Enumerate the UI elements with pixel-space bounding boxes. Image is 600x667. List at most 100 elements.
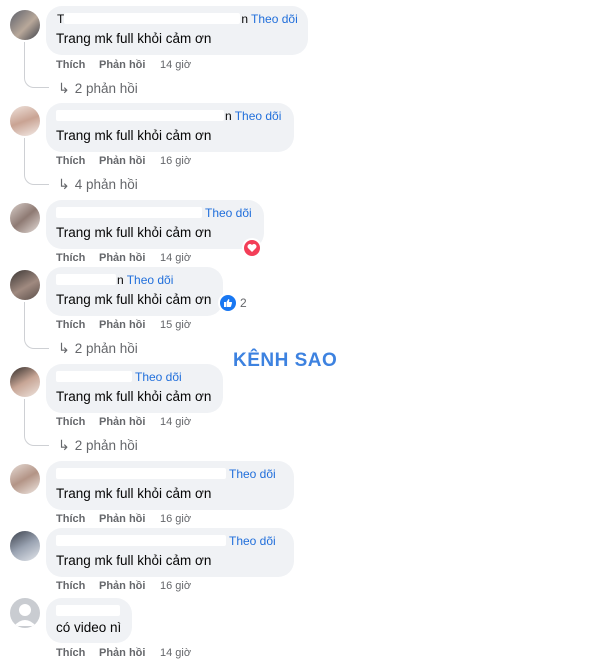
comment-bubble: Theo dõi Trang mk full khỏi cảm ơn	[46, 461, 294, 510]
author-name[interactable]	[56, 604, 120, 617]
reply-button[interactable]: Phản hồi	[99, 252, 160, 264]
reply-thread-line	[24, 138, 49, 185]
comment-text: Trang mk full khỏi cảm ơn	[56, 486, 212, 501]
author-name[interactable]: n Theo dõi	[56, 273, 174, 287]
like-button[interactable]: Thích	[56, 252, 99, 264]
reply-thread-line	[24, 42, 49, 88]
like-button[interactable]: Thích	[56, 513, 99, 525]
reply-button[interactable]: Phản hồi	[99, 580, 160, 592]
reply-button[interactable]: Phản hồi	[99, 513, 160, 525]
follow-link[interactable]: Theo dõi	[235, 109, 282, 123]
author-name[interactable]: Theo dõi	[56, 534, 276, 548]
reply-button[interactable]: Phản hồi	[99, 416, 160, 428]
redacted-name	[56, 274, 116, 285]
like-button[interactable]: Thích	[56, 155, 99, 167]
redacted-name	[64, 13, 241, 24]
reply-arrow-icon: ↳	[58, 437, 70, 453]
redacted-name	[56, 110, 224, 121]
avatar[interactable]	[10, 531, 40, 561]
comment-text: Trang mk full khỏi cảm ơn	[56, 553, 212, 568]
comment-actions: Thích Phản hồi 14 giờ	[56, 647, 191, 659]
author-name[interactable]: n Theo dõi	[56, 109, 282, 123]
comment-actions: Thích Phản hồi 16 giờ	[56, 513, 191, 525]
comment-bubble: T n Theo dõi Trang mk full khỏi cảm ơn	[46, 6, 308, 55]
like-button[interactable]: Thích	[56, 416, 99, 428]
comment-text: Trang mk full khỏi cảm ơn	[56, 389, 212, 404]
timestamp[interactable]: 14 giờ	[160, 59, 191, 71]
timestamp[interactable]: 14 giờ	[160, 647, 191, 659]
follow-link[interactable]: Theo dõi	[251, 12, 298, 26]
watermark: KÊNH SAO	[233, 350, 338, 371]
comment-actions: Thích Phản hồi 16 giờ	[56, 155, 191, 167]
reply-button[interactable]: Phản hồi	[99, 647, 160, 659]
timestamp[interactable]: 15 giờ	[160, 319, 191, 331]
timestamp[interactable]: 16 giờ	[160, 580, 191, 592]
reply-thread-line	[24, 302, 49, 349]
reply-arrow-icon: ↳	[58, 176, 70, 192]
comment-actions: Thích Phản hồi 16 giờ	[56, 580, 191, 592]
comment-bubble: Theo dõi Trang mk full khỏi cảm ơn	[46, 364, 223, 413]
follow-link[interactable]: Theo dõi	[205, 206, 252, 220]
reply-button[interactable]: Phản hồi	[99, 319, 160, 331]
view-replies-link[interactable]: ↳ 2 phản hồi	[58, 437, 138, 454]
like-button[interactable]: Thích	[56, 580, 99, 592]
avatar[interactable]	[10, 203, 40, 233]
timestamp[interactable]: 14 giờ	[160, 416, 191, 428]
avatar[interactable]	[10, 464, 40, 494]
comment-text: Trang mk full khỏi cảm ơn	[56, 292, 212, 307]
replies-count: 2 phản hồi	[74, 81, 138, 96]
author-name[interactable]: Theo dõi	[56, 370, 182, 384]
comment-bubble: n Theo dõi Trang mk full khỏi cảm ơn	[46, 267, 223, 316]
comment-bubble: Theo dõi Trang mk full khỏi cảm ơn	[46, 200, 264, 249]
redacted-name	[56, 207, 202, 218]
heart-reaction-icon	[244, 240, 260, 256]
view-replies-link[interactable]: ↳ 2 phản hồi	[58, 340, 138, 357]
author-name[interactable]: Theo dõi	[56, 206, 252, 220]
follow-link[interactable]: Theo dõi	[135, 370, 182, 384]
comment-actions: Thích Phản hồi 15 giờ	[56, 319, 191, 331]
view-replies-link[interactable]: ↳ 2 phản hồi	[58, 80, 138, 97]
replies-count: 2 phản hồi	[74, 438, 138, 453]
reply-arrow-icon: ↳	[58, 80, 70, 96]
avatar[interactable]	[10, 106, 40, 136]
like-button[interactable]: Thích	[56, 647, 99, 659]
replies-count: 4 phản hồi	[74, 177, 138, 192]
comment-text: có video nì	[56, 620, 122, 635]
reply-button[interactable]: Phản hồi	[99, 155, 160, 167]
redacted-name	[56, 535, 226, 546]
timestamp[interactable]: 16 giờ	[160, 513, 191, 525]
avatar[interactable]	[10, 270, 40, 300]
like-reaction-icon	[220, 295, 236, 311]
redacted-name	[56, 468, 226, 479]
comment-text: Trang mk full khỏi cảm ơn	[56, 128, 212, 143]
comment-bubble: n Theo dõi Trang mk full khỏi cảm ơn	[46, 103, 294, 152]
follow-link[interactable]: Theo dõi	[229, 534, 276, 548]
comment-text: Trang mk full khỏi cảm ơn	[56, 225, 212, 240]
follow-link[interactable]: Theo dõi	[229, 467, 276, 481]
follow-link[interactable]: Theo dõi	[127, 273, 174, 287]
comment-actions: Thích Phản hồi 14 giờ	[56, 59, 191, 71]
comment-actions: Thích Phản hồi 14 giờ	[56, 252, 191, 264]
comment-bubble: Theo dõi Trang mk full khỏi cảm ơn	[46, 528, 294, 577]
comment-text: Trang mk full khỏi cảm ơn	[56, 31, 212, 46]
reply-thread-line	[24, 399, 49, 446]
view-replies-link[interactable]: ↳ 4 phản hồi	[58, 176, 138, 193]
reply-arrow-icon: ↳	[58, 340, 70, 356]
reaction-summary[interactable]	[244, 240, 260, 256]
redacted-name	[56, 371, 132, 382]
reaction-summary[interactable]: 2	[220, 295, 247, 311]
like-button[interactable]: Thích	[56, 59, 99, 71]
default-avatar-icon	[14, 604, 36, 626]
avatar[interactable]	[10, 10, 40, 40]
author-name[interactable]: T n Theo dõi	[56, 12, 298, 26]
avatar[interactable]	[10, 367, 40, 397]
author-name[interactable]: Theo dõi	[56, 467, 276, 481]
avatar[interactable]	[10, 598, 40, 628]
timestamp[interactable]: 14 giờ	[160, 252, 191, 264]
like-button[interactable]: Thích	[56, 319, 99, 331]
comment-actions: Thích Phản hồi 14 giờ	[56, 416, 191, 428]
timestamp[interactable]: 16 giờ	[160, 155, 191, 167]
comment-bubble: có video nì	[46, 598, 132, 643]
redacted-name	[56, 605, 120, 616]
reply-button[interactable]: Phản hồi	[99, 59, 160, 71]
